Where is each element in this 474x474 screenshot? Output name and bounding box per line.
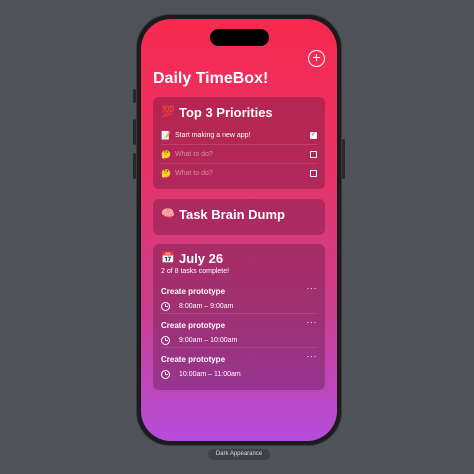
dynamic-island [210,29,269,46]
volume-up-button [133,119,136,145]
clock-icon [161,370,170,379]
more-options-icon[interactable]: ··· [307,317,318,327]
more-options-icon[interactable]: ··· [307,351,318,361]
task-item[interactable]: Create prototype 9:00am – 10:00am ··· [161,314,317,348]
tasks-summary: 2 of 8 tasks complete! [161,268,230,275]
task-item[interactable]: Create prototype 8:00am – 9:00am ··· [161,280,317,314]
priority-text[interactable]: Start making a new app! [175,132,310,139]
checkbox-unchecked[interactable] [310,150,317,158]
action-button [133,89,136,103]
priority-placeholder[interactable]: What to do? [175,170,310,177]
page-title: Daily TimeBox! [153,70,269,87]
brain-icon: 🧠 [161,208,175,220]
task-time: 10:00am – 11:00am [179,371,241,378]
priority-item[interactable]: 🤔 What to do? [161,145,317,164]
plus-circle-icon[interactable]: + [308,50,325,67]
volume-down-button [133,153,136,179]
priority-placeholder[interactable]: What to do? [175,151,310,158]
brain-dump-header: 🧠 Task Brain Dump [153,199,325,222]
task-time: 8:00am – 9:00am [179,303,234,310]
priorities-heading: Top 3 Priorities [179,105,273,120]
appearance-badge: Dark Appearance [208,449,270,460]
priorities-header: 💯 Top 3 Priorities [153,97,325,120]
clock-icon [161,302,170,311]
priority-item[interactable]: 📝 Start making a new app! ✓ [161,126,317,145]
schedule-header: 📅 July 26 [153,244,325,266]
schedule-date: July 26 [179,251,224,266]
checkbox-checked[interactable]: ✓ [310,131,317,139]
schedule-card: 📅 July 26 2 of 8 tasks complete! Create … [153,244,325,390]
app-screen: + Daily TimeBox! 💯 Top 3 Priorities 📝 St… [141,19,337,441]
hundred-points-icon: 💯 [161,106,175,118]
phone-frame: + Daily TimeBox! 💯 Top 3 Priorities 📝 St… [133,14,345,446]
more-options-icon[interactable]: ··· [307,283,318,293]
checkbox-unchecked[interactable] [310,170,317,177]
thinking-face-icon: 🤔 [161,169,171,178]
task-name: Create prototype [161,355,226,364]
clock-icon [161,336,170,345]
memo-icon: 📝 [161,130,171,140]
priority-item[interactable]: 🤔 What to do? [161,164,317,183]
task-item[interactable]: Create prototype 10:00am – 11:00am ··· [161,348,317,382]
calendar-icon: 📅 [161,252,175,264]
task-time: 9:00am – 10:00am [179,337,238,344]
power-button [342,139,345,179]
brain-dump-card[interactable]: 🧠 Task Brain Dump [153,199,325,235]
task-name: Create prototype [161,321,226,330]
thinking-face-icon: 🤔 [161,149,171,159]
task-name: Create prototype [161,287,226,296]
priorities-card: 💯 Top 3 Priorities 📝 Start making a new … [153,97,325,189]
brain-dump-heading: Task Brain Dump [179,207,285,222]
